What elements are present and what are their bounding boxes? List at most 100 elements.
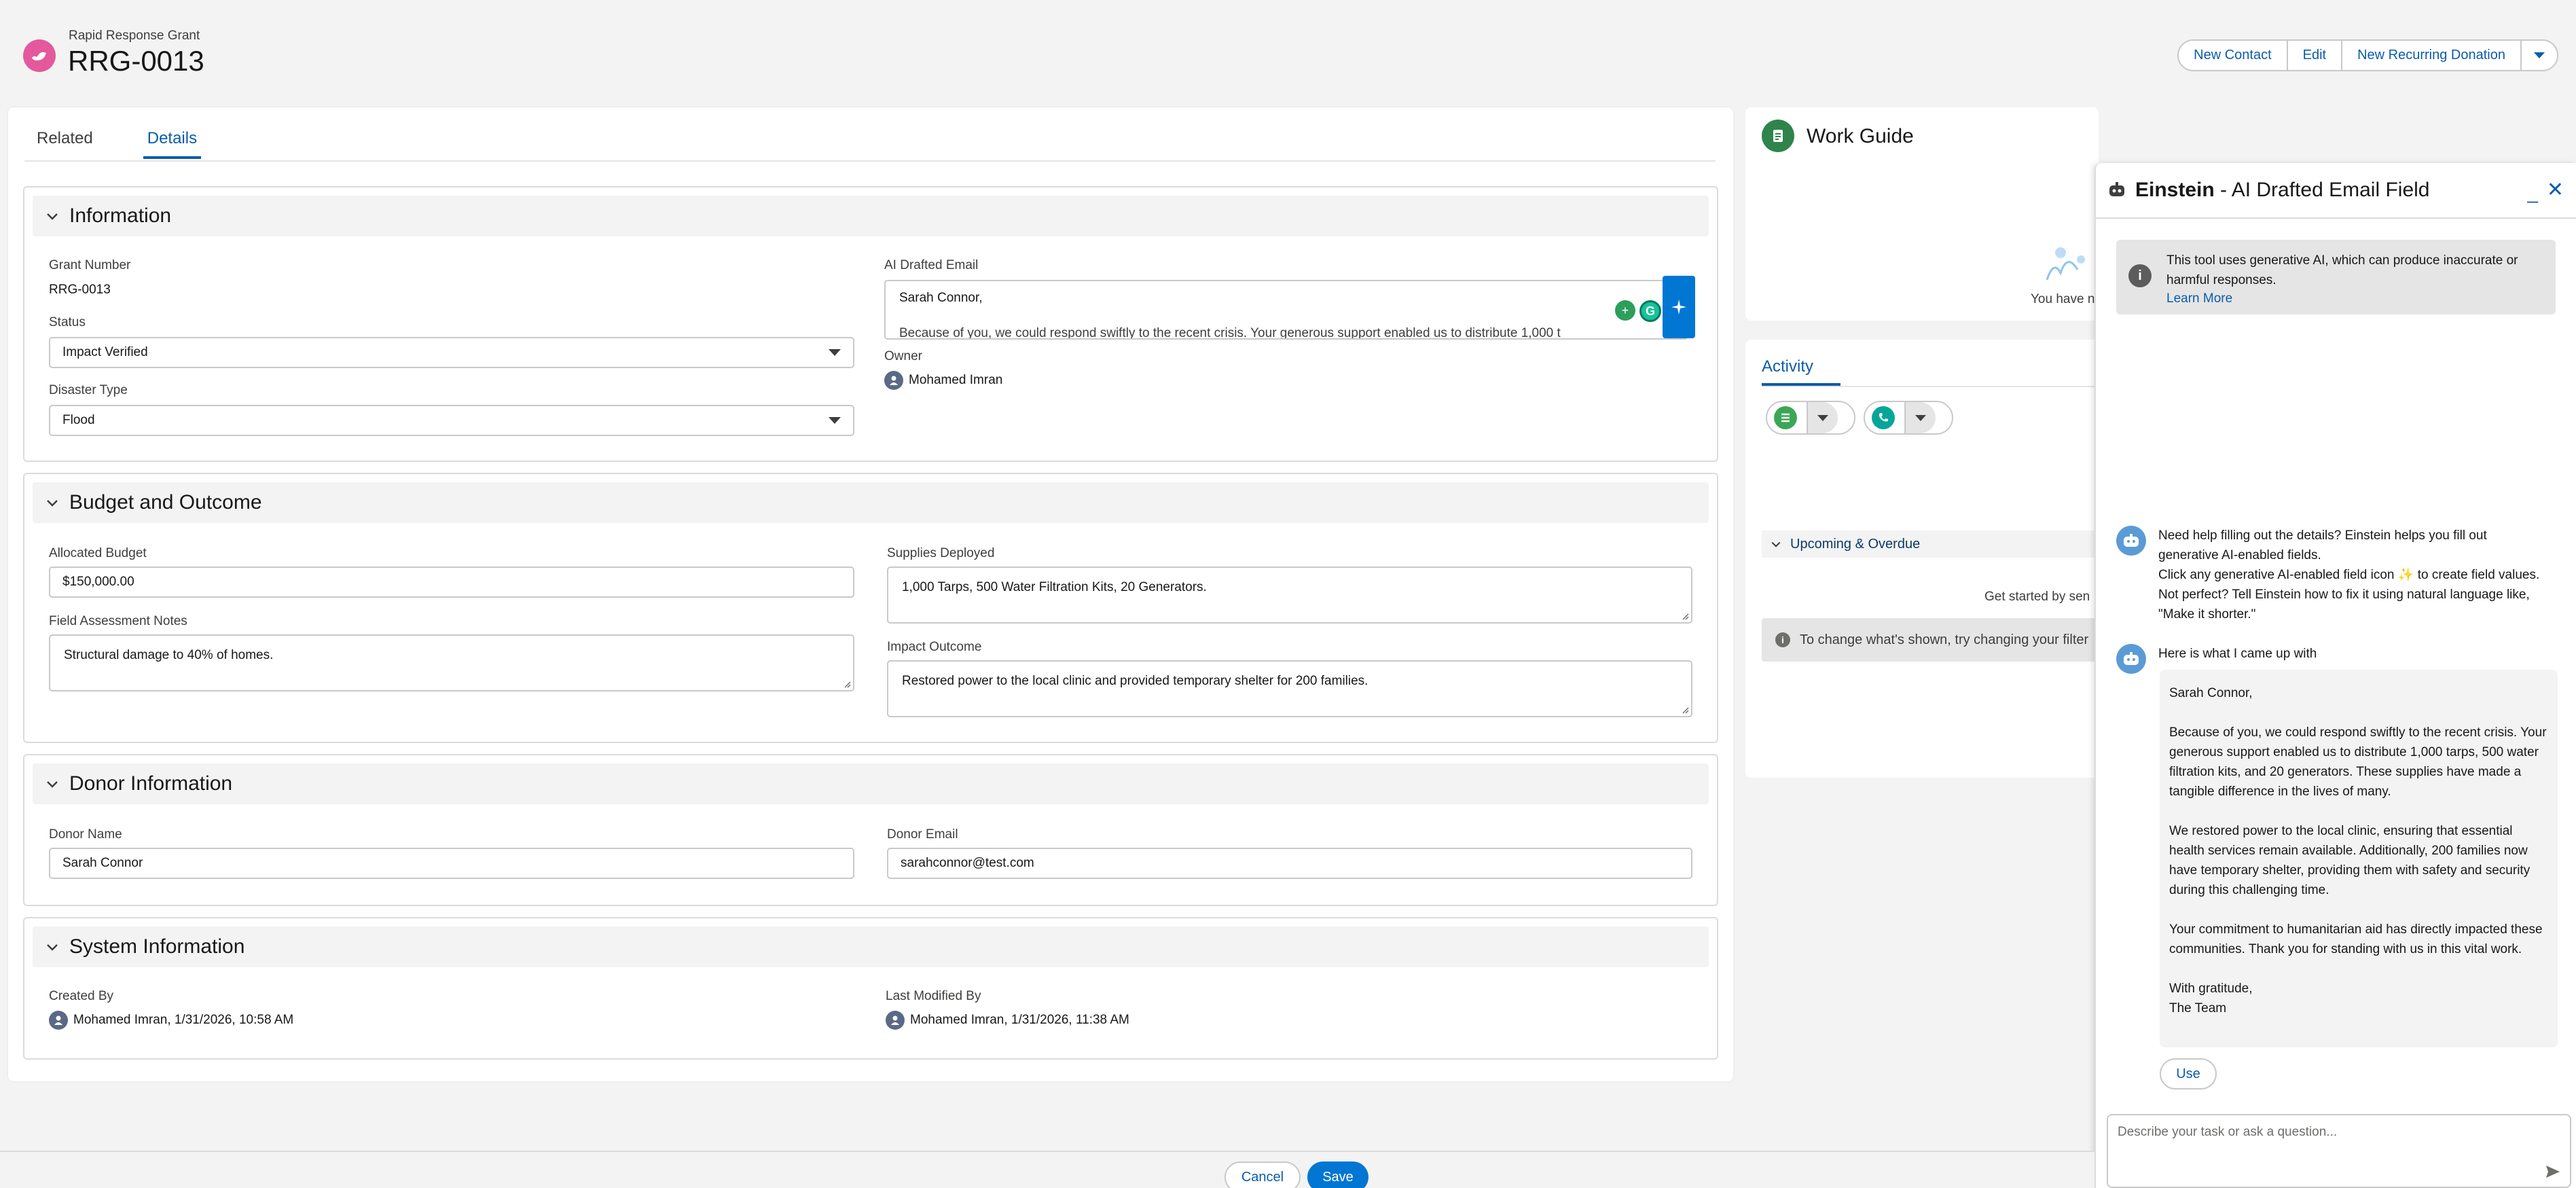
donor-email-input[interactable]: sarahconnor@test.com [887,848,1692,879]
disaster-type-select[interactable]: Flood [49,405,854,436]
new-task-button-group [1766,401,1855,435]
section-information: Information Grant Number RRG-0013 Status… [23,186,1718,462]
owner-link[interactable]: Mohamed Imran [884,371,1002,390]
caret-down-icon [829,417,841,424]
ai-email-first-line: Sarah Connor, [899,291,983,305]
ai-drafted-email-label: AI Drafted Email [884,258,979,272]
chevron-down-icon [47,944,58,951]
field-assessment-notes-label: Field Assessment Notes [49,614,187,628]
section-header-system[interactable]: System Information [33,926,1709,967]
impact-outcome-label: Impact Outcome [887,640,982,654]
einstein-generate-button[interactable] [1663,276,1695,338]
empty-state-illustration-icon [2046,247,2085,281]
tab-related[interactable]: Related [37,129,93,159]
owner-name: Mohamed Imran [909,373,1003,388]
tab-details[interactable]: Details [143,129,202,159]
intro-line-2: Click any generative AI-enabled field ic… [2158,565,2545,624]
work-guide-card [1745,107,2099,321]
user-avatar-icon [886,1011,905,1030]
more-actions-button[interactable] [2522,41,2557,70]
status-label: Status [49,315,86,329]
record-type-icon [23,39,56,72]
created-by-text: Mohamed Imran, 1/31/2026, 10:58 AM [73,1013,294,1028]
task-icon[interactable] [1774,406,1797,429]
user-avatar-icon [49,1011,68,1030]
status-select[interactable]: Impact Verified [49,337,854,368]
last-modified-label: Last Modified By [886,989,981,1003]
work-guide-empty-text: You have no [2031,292,2102,306]
chevron-down-icon [1771,541,1781,547]
impact-outcome-textarea[interactable]: Restored power to the local clinic and p… [887,660,1692,717]
record-tabs: Related Details [37,129,202,159]
call-dropdown-button[interactable] [1904,402,1936,433]
section-title: System Information [69,935,245,958]
chevron-down-icon [2534,52,2545,58]
field-notes-value: Structural damage to 40% of homes. [64,648,274,662]
donor-name-input[interactable]: Sarah Connor [49,848,854,879]
einstein-avatar-icon [2116,644,2146,674]
disaster-type-value: Flood [62,413,95,427]
record-actions: New Contact Edit New Recurring Donation [2177,39,2558,71]
resize-handle-icon[interactable] [1681,706,1689,714]
allocated-budget-input[interactable]: $150,000.00 [49,566,854,598]
sparkle-icon: ✨ [2397,568,2414,582]
last-modified-text: Mohamed Imran, 1/31/2026, 11:38 AM [910,1013,1129,1028]
section-title: Information [69,204,172,227]
edit-button[interactable]: Edit [2287,41,2343,70]
disaster-type-label: Disaster Type [49,383,128,397]
einstein-avatar-icon [2116,526,2146,556]
resize-handle-icon[interactable] [843,680,851,688]
einstein-ask-input[interactable]: Describe your task or ask a question... [2107,1114,2571,1188]
tab-activity[interactable]: Activity [1762,357,1840,386]
grammarly-icon[interactable]: G [1639,300,1661,322]
task-dropdown-button[interactable] [1807,402,1838,433]
work-guide-icon [1762,120,1794,152]
new-contact-button[interactable]: New Contact [2179,41,2288,70]
save-button[interactable]: Save [1307,1162,1368,1188]
caret-down-icon [1915,414,1926,421]
user-avatar-icon [884,371,903,390]
section-header-budget[interactable]: Budget and Outcome [33,482,1709,523]
filter-hint-text: To change what's shown, try changing you… [1800,632,2089,647]
phone-icon[interactable] [1872,406,1895,429]
send-icon[interactable] [2545,1165,2560,1178]
grant-number-label: Grant Number [49,258,131,272]
einstein-title-bold: Einstein [2135,179,2215,201]
last-modified-value[interactable]: Mohamed Imran, 1/31/2026, 11:38 AM [886,1011,1129,1030]
disclaimer-text: This tool uses generative AI, which can … [2166,253,2518,287]
new-recurring-donation-button[interactable]: New Recurring Donation [2342,41,2522,70]
suggestion-bulb-icon[interactable]: + [1615,300,1635,321]
record-title: RRG-0013 [68,45,204,77]
activity-get-started-text: Get started by sen [1984,590,2090,604]
ai-drafted-email-textarea[interactable]: Sarah Connor, Because of you, we could r… [884,280,1688,340]
log-call-button-group [1864,401,1953,435]
caret-down-icon [829,349,841,356]
section-budget-outcome: Budget and Outcome Allocated Budget $150… [23,473,1718,743]
resize-handle-icon[interactable] [1681,612,1689,620]
learn-more-link[interactable]: Learn More [2166,291,2232,306]
supplies-deployed-label: Supplies Deployed [887,546,995,560]
donor-name-label: Donor Name [49,827,122,842]
close-icon[interactable]: ✕ [2547,178,2564,202]
einstein-intro-message: Need help filling out the details? Einst… [2158,526,2545,624]
use-draft-button[interactable]: Use [2160,1058,2217,1090]
minimize-icon[interactable]: _ [2527,182,2538,204]
intro-line-1: Need help filling out the details? Einst… [2158,528,2487,562]
supplies-deployed-textarea[interactable]: 1,000 Tarps, 500 Water Filtration Kits, … [887,566,1692,624]
caret-down-icon [1817,414,1828,421]
section-title: Budget and Outcome [69,491,262,514]
einstein-panel: Einstein - AI Drafted Email Field _ ✕ i … [2094,163,2576,1188]
cancel-button[interactable]: Cancel [1224,1162,1301,1188]
filter-hint-bar: i To change what's shown, try changing y… [1762,618,2101,662]
ai-draft-response: Sarah Connor, Because of you, we could r… [2160,670,2558,1047]
chevron-down-icon [47,213,58,220]
info-icon: i [1775,632,1790,647]
upcoming-overdue-label: Upcoming & Overdue [1790,536,1921,552]
created-by-value[interactable]: Mohamed Imran, 1/31/2026, 10:58 AM [49,1011,293,1030]
edit-footer [0,1151,2094,1188]
upcoming-overdue-header[interactable]: Upcoming & Overdue [1762,530,2101,558]
section-header-donor[interactable]: Donor Information [33,763,1709,804]
activity-tabs-divider [1762,386,2094,387]
section-header-information[interactable]: Information [33,196,1709,236]
field-assessment-notes-textarea[interactable]: Structural damage to 40% of homes. [49,634,854,691]
